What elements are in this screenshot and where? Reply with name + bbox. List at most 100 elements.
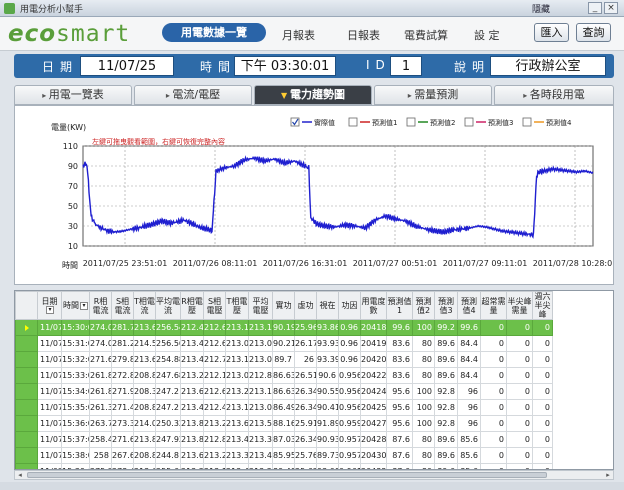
- row-header[interactable]: [15, 335, 38, 352]
- table-cell: 90.55: [316, 383, 339, 400]
- column-header[interactable]: 虛功: [294, 291, 317, 320]
- table-cell: 20422: [360, 367, 387, 384]
- table-cell: 212.42: [203, 399, 226, 416]
- tab-period-usage[interactable]: ▸ 各時段用電: [494, 85, 614, 105]
- table-row[interactable]: 11/07/2515:33:01261.84272.88208.8247.682…: [15, 367, 553, 384]
- chart-svg[interactable]: 10 30 50 70 90 110 2011/07/25 23:51:01 2011/07/…: [15, 106, 613, 284]
- table-row[interactable]: 11/07/2515:30:01274.08281.74213.6256.542…: [15, 319, 553, 336]
- tab-current-voltage[interactable]: ▸ 電流/電壓: [134, 85, 252, 105]
- column-header[interactable]: 視在: [316, 291, 339, 320]
- x-axis-label: 時間: [62, 261, 78, 270]
- date-label: 日期: [42, 60, 79, 74]
- column-header[interactable]: 預測值3: [434, 291, 458, 320]
- column-header[interactable]: T相電流: [133, 291, 156, 320]
- legend-checkbox[interactable]: [464, 117, 474, 127]
- row-header[interactable]: [15, 367, 38, 384]
- table-cell: 11/07/25: [37, 431, 62, 448]
- column-header[interactable]: 實功: [272, 291, 295, 320]
- import-button[interactable]: 匯入: [534, 23, 569, 42]
- nav-daily-report[interactable]: 日報表: [347, 27, 380, 43]
- row-header[interactable]: [15, 431, 38, 448]
- table-cell: 271.68: [111, 431, 134, 448]
- minimize-button[interactable]: _: [588, 2, 602, 14]
- table-cell: 26.34: [294, 431, 317, 448]
- nav-settings[interactable]: 設 定: [474, 27, 500, 43]
- ecosmart-logo: ecosmart: [8, 21, 131, 47]
- scrollbar-thumb[interactable]: [27, 472, 547, 478]
- table-cell: 213.84: [180, 431, 204, 448]
- column-header[interactable]: 時間 ▾: [61, 291, 90, 320]
- table-cell: 95.6: [386, 383, 413, 400]
- row-header[interactable]: [15, 351, 38, 368]
- column-header[interactable]: 半尖峰需量: [506, 291, 533, 320]
- tab-power-trend[interactable]: ▼ 電力趨勢圖: [254, 85, 372, 105]
- column-header[interactable]: 週六半尖峰: [532, 291, 553, 320]
- column-header[interactable]: 預測值1: [386, 291, 413, 320]
- nav-usage-overview[interactable]: 用電數據一覽: [162, 23, 266, 42]
- table-cell: 261.84: [89, 383, 112, 400]
- row-header[interactable]: [15, 415, 38, 432]
- table-row[interactable]: 11/07/2515:32:01271.68279.84213.6254.882…: [15, 351, 553, 368]
- column-header[interactable]: 超常需量: [480, 291, 507, 320]
- column-header[interactable]: 平均電流: [155, 291, 181, 320]
- table-cell: 213.6: [133, 319, 156, 336]
- column-header[interactable]: 預測值4: [457, 291, 481, 320]
- table-cell: 213.17: [248, 383, 273, 400]
- grid-corner: [15, 291, 38, 320]
- table-cell: 93.39: [316, 351, 339, 368]
- table-cell: 15:36:01: [61, 415, 90, 432]
- table-cell: 87.6: [386, 447, 413, 464]
- plot-area: [82, 145, 594, 247]
- column-header[interactable]: 平均電壓: [248, 291, 273, 320]
- legend-checkbox[interactable]: [348, 117, 358, 127]
- row-header[interactable]: [15, 447, 38, 464]
- hide-link[interactable]: 隱藏: [532, 2, 550, 15]
- scroll-right-icon[interactable]: ▸: [603, 471, 613, 479]
- column-header[interactable]: T相電壓: [225, 291, 249, 320]
- table-row[interactable]: 11/07/2515:31:01274.08281.28214.56256.56…: [15, 335, 553, 352]
- table-row[interactable]: 11/07/2515:37:01258.48271.68213.84247.92…: [15, 431, 553, 448]
- table-cell: 208.8: [133, 399, 156, 416]
- table-cell: 271.68: [89, 351, 112, 368]
- column-filter-dropdown-icon[interactable]: ▾: [80, 301, 88, 310]
- table-cell: 256.56: [155, 335, 181, 352]
- y-tick-label: 90: [68, 162, 78, 171]
- table-row[interactable]: 11/07/2515:38:01258267.6208.8244.8213.64…: [15, 447, 553, 464]
- query-button[interactable]: 查詢: [576, 23, 611, 42]
- data-grid-panel[interactable]: 日期▾ 時間 ▾ R相電流 S相電流 T相電流 平均電流 R相電壓 S相電壓 T相電壓 平均電壓 實功…: [14, 290, 614, 470]
- power-trend-chart[interactable]: 10 30 50 70 90 110 2011/07/25 23:51:01 2011/07/…: [14, 105, 614, 285]
- column-header[interactable]: S相電流: [111, 291, 134, 320]
- row-header[interactable]: [15, 319, 38, 336]
- table-cell: 20425: [360, 399, 387, 416]
- data-grid[interactable]: 日期▾ 時間 ▾ R相電流 S相電流 T相電流 平均電流 R相電壓 S相電壓 T相電壓 平均電壓 實功…: [15, 291, 553, 469]
- row-header[interactable]: [15, 383, 38, 400]
- nav-bill-calculator[interactable]: 電費試算: [404, 27, 448, 43]
- column-header[interactable]: R相電壓: [180, 291, 204, 320]
- tab-demand-forecast[interactable]: ▸ 需量預測: [374, 85, 492, 105]
- column-header[interactable]: 預測值2: [412, 291, 435, 320]
- nav-monthly-report[interactable]: 月報表: [282, 27, 315, 43]
- table-cell: 212.14: [203, 367, 226, 384]
- scroll-left-icon[interactable]: ◂: [15, 471, 25, 479]
- row-header[interactable]: [15, 399, 38, 416]
- tab-usage-list[interactable]: ▸ 用電一覽表: [14, 85, 132, 105]
- table-cell: 20418: [360, 319, 387, 336]
- column-header[interactable]: R相電流: [89, 291, 112, 320]
- table-cell: 0.96: [338, 351, 361, 368]
- column-header[interactable]: 用電度數: [360, 291, 387, 320]
- table-cell: 100: [412, 415, 435, 432]
- column-header[interactable]: S相電壓: [203, 291, 226, 320]
- table-row[interactable]: 11/07/2515:35:02261.36271.44208.8247.221…: [15, 399, 553, 416]
- table-row[interactable]: 11/07/2515:36:01263.76273.36214.08250.32…: [15, 415, 553, 432]
- horizontal-scrollbar[interactable]: ◂ ▸: [14, 470, 614, 480]
- close-button[interactable]: ×: [604, 2, 618, 14]
- column-filter-dropdown-icon[interactable]: ▾: [46, 306, 54, 314]
- table-cell: 26.34: [294, 399, 317, 416]
- column-header[interactable]: 日期▾: [37, 291, 62, 320]
- legend-checkbox[interactable]: [522, 117, 532, 127]
- table-row[interactable]: 11/07/2515:34:01261.84271.92208.32247.22…: [15, 383, 553, 400]
- table-cell: 0: [506, 383, 533, 400]
- column-header[interactable]: 功因: [338, 291, 361, 320]
- legend-checkbox[interactable]: [406, 117, 416, 127]
- table-cell: 83.6: [386, 335, 413, 352]
